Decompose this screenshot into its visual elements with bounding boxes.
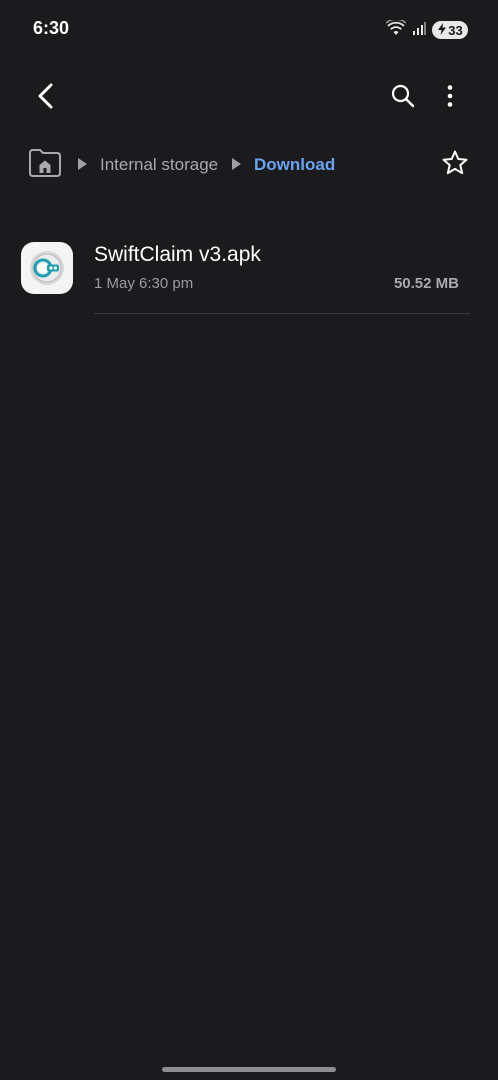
- home-folder-button[interactable]: [26, 148, 64, 182]
- battery-level: 33: [448, 22, 463, 38]
- more-options-button[interactable]: [428, 76, 472, 120]
- back-arrow-icon: [35, 83, 57, 114]
- file-name: SwiftClaim v3.apk: [94, 243, 261, 266]
- more-vert-icon: [447, 84, 453, 113]
- status-icons: 33: [385, 17, 468, 41]
- list-item[interactable]: SwiftClaim v3.apk 1 May 6:30 pm 50.52 MB: [0, 226, 498, 314]
- breadcrumb-internal-storage[interactable]: Internal storage: [100, 155, 218, 175]
- wifi-icon: [385, 17, 407, 41]
- apk-app-icon: [21, 242, 73, 294]
- breadcrumb-download[interactable]: Download: [254, 155, 335, 175]
- battery-indicator: 33: [432, 21, 468, 39]
- signal-icon: [412, 21, 426, 40]
- divider: [94, 313, 470, 314]
- breadcrumb: Internal storage Download: [0, 142, 498, 188]
- favorite-button[interactable]: [433, 143, 477, 187]
- star-outline-icon: [441, 149, 469, 182]
- gesture-navigation-bar[interactable]: [162, 1067, 336, 1072]
- back-button[interactable]: [24, 76, 68, 120]
- breadcrumb-separator-icon: [232, 158, 241, 170]
- status-time: 6:30: [33, 18, 70, 38]
- file-size: 50.52 MB: [393, 275, 459, 292]
- battery-saver-icon: [437, 22, 447, 38]
- breadcrumb-separator-icon: [78, 158, 87, 170]
- status-bar: 6:30 33: [0, 0, 498, 60]
- search-button[interactable]: [381, 76, 425, 120]
- file-date: 1 May 6:30 pm: [94, 275, 194, 292]
- app-bar: [0, 70, 498, 126]
- home-folder-icon: [27, 148, 63, 183]
- search-icon: [390, 83, 416, 114]
